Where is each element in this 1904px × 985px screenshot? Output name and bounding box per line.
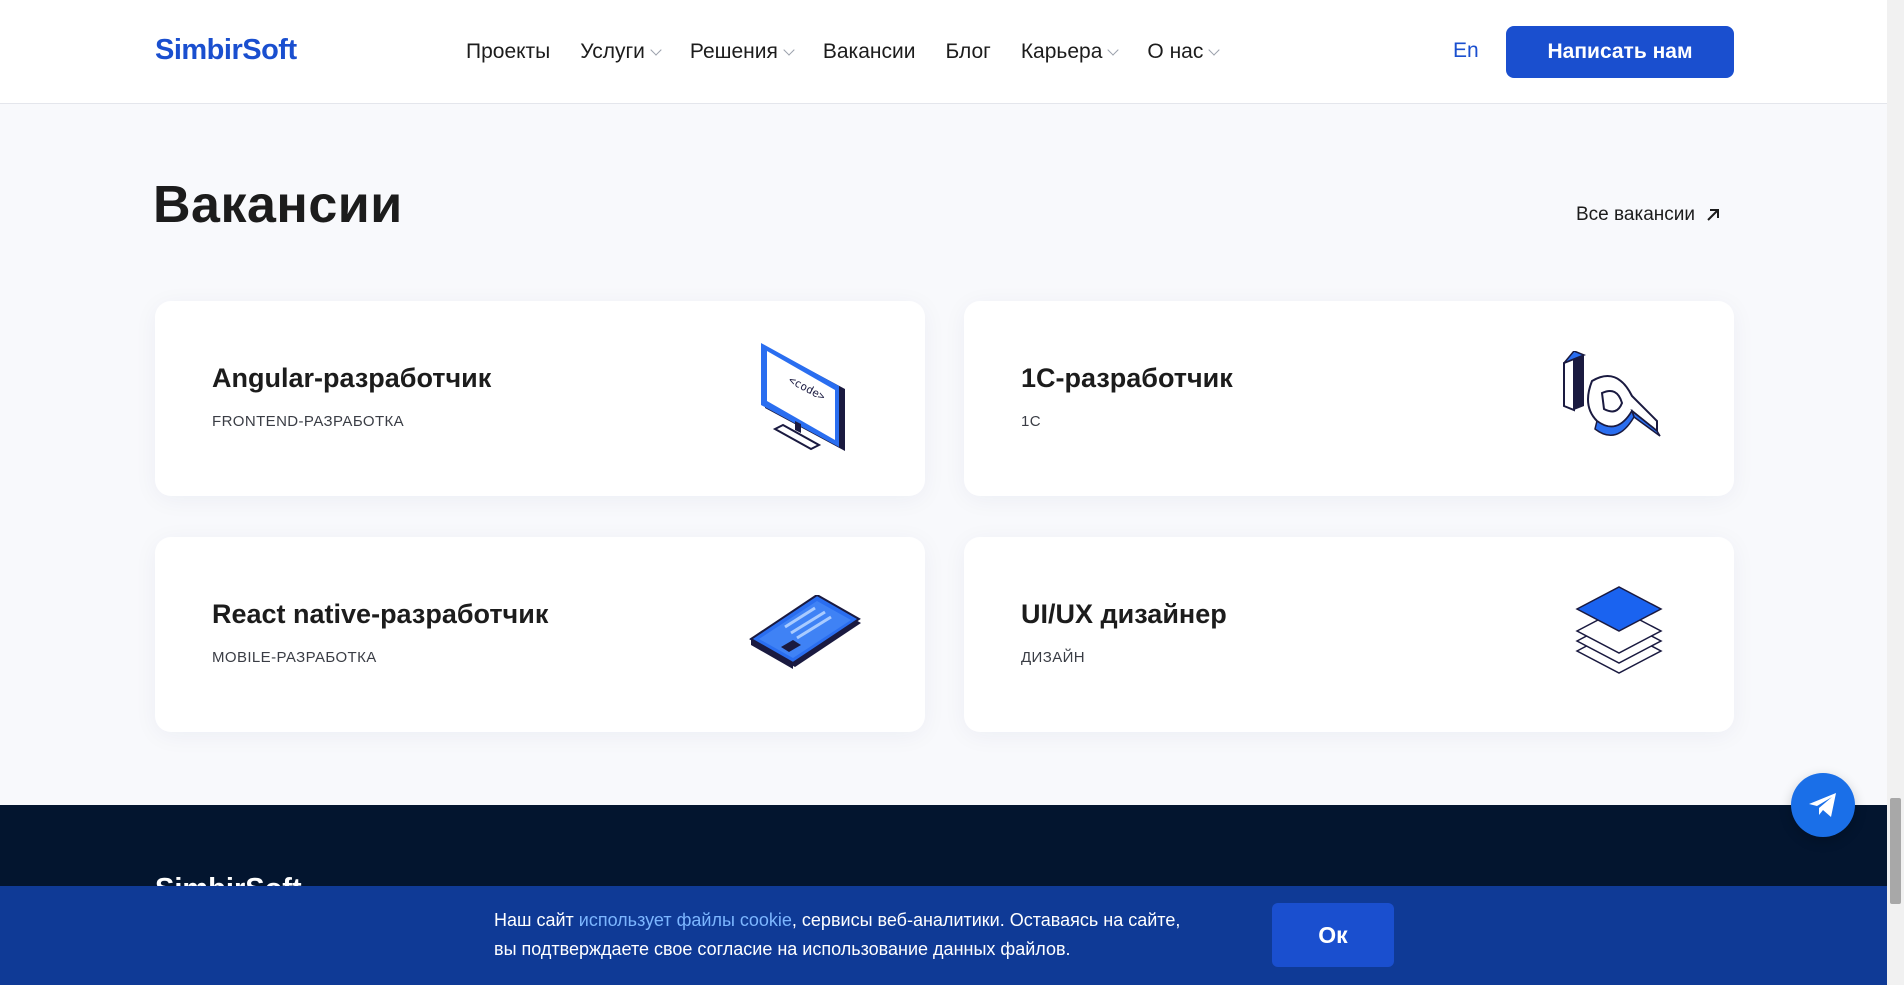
language-switch[interactable]: En	[1453, 39, 1479, 63]
arrow-up-right-icon	[1707, 209, 1719, 221]
telegram-icon	[1809, 793, 1836, 817]
all-vacancies-link[interactable]: Все вакансии	[1576, 204, 1721, 226]
nav-item-vacancies[interactable]: Вакансии	[823, 40, 916, 64]
nav-item-about[interactable]: О нас	[1147, 40, 1221, 64]
cookie-policy-link[interactable]: использует файлы cookie	[579, 910, 792, 930]
nav-item-solutions[interactable]: Решения	[689, 40, 795, 64]
vacancy-category: 1С	[1021, 413, 1041, 430]
nav-item-blog[interactable]: Блог	[945, 40, 990, 64]
vacancy-card[interactable]: Angular-разработчик FRONTEND-РАЗРАБОТКА …	[155, 301, 925, 496]
vacancy-card[interactable]: React native-разработчик MOBILE-РАЗРАБОТ…	[155, 537, 925, 732]
nav-label: Вакансии	[822, 40, 916, 63]
cookie-banner: Наш сайт использует файлы cookie, сервис…	[0, 886, 1887, 985]
nav-label: Решения	[689, 40, 778, 63]
vacancy-title: 1С-разработчик	[1021, 363, 1233, 393]
nav-item-projects[interactable]: Проекты	[466, 40, 550, 64]
main-nav: Проекты Услуги Решения Вакансии Блог Кар…	[466, 0, 1221, 104]
vacancy-title: UI/UX дизайнер	[1021, 599, 1227, 629]
vacancy-category: MOBILE-РАЗРАБОТКА	[212, 649, 377, 666]
nav-label: Карьера	[1020, 40, 1103, 63]
scrollbar-thumb[interactable]	[1890, 798, 1901, 904]
nav-item-career[interactable]: Карьера	[1020, 40, 1120, 64]
vacancy-category: FRONTEND-РАЗРАБОТКА	[212, 413, 405, 430]
telegram-button[interactable]	[1791, 773, 1855, 837]
1c-logo-icon	[1563, 351, 1661, 437]
smartphone-icon	[749, 595, 861, 669]
nav-label: О нас	[1147, 40, 1204, 63]
contact-button[interactable]: Написать нам	[1506, 26, 1734, 78]
all-vacancies-label: Все вакансии	[1576, 204, 1695, 225]
nav-label: Проекты	[466, 40, 551, 63]
chevron-down-icon	[783, 43, 795, 56]
chevron-down-icon	[650, 43, 662, 56]
cookie-message: Наш сайт использует файлы cookie, сервис…	[494, 906, 1194, 964]
site-header: SimbirSoft Проекты Услуги Решения Ваканс…	[0, 0, 1887, 104]
chevron-down-icon	[1107, 43, 1120, 56]
section-title: Вакансии	[153, 176, 403, 234]
vacancy-title: Angular-разработчик	[212, 363, 492, 393]
layers-icon	[1575, 586, 1663, 674]
site-logo[interactable]: SimbirSoft	[155, 34, 297, 67]
cookie-ok-button[interactable]: Ок	[1272, 903, 1394, 967]
nav-label: Блог	[945, 40, 991, 63]
nav-label: Услуги	[580, 40, 645, 63]
cookie-text-before: Наш сайт	[494, 910, 579, 930]
vacancy-category: ДИЗАЙН	[1021, 649, 1086, 666]
chevron-down-icon	[1208, 43, 1221, 56]
vacancy-title: React native-разработчик	[212, 599, 549, 629]
scrollbar[interactable]	[1887, 0, 1904, 985]
monitor-code-icon: <code>	[761, 343, 845, 451]
vacancy-card[interactable]: 1С-разработчик 1С	[964, 301, 1734, 496]
vacancy-card[interactable]: UI/UX дизайнер ДИЗАЙН	[964, 537, 1734, 732]
nav-item-services[interactable]: Услуги	[580, 40, 662, 64]
